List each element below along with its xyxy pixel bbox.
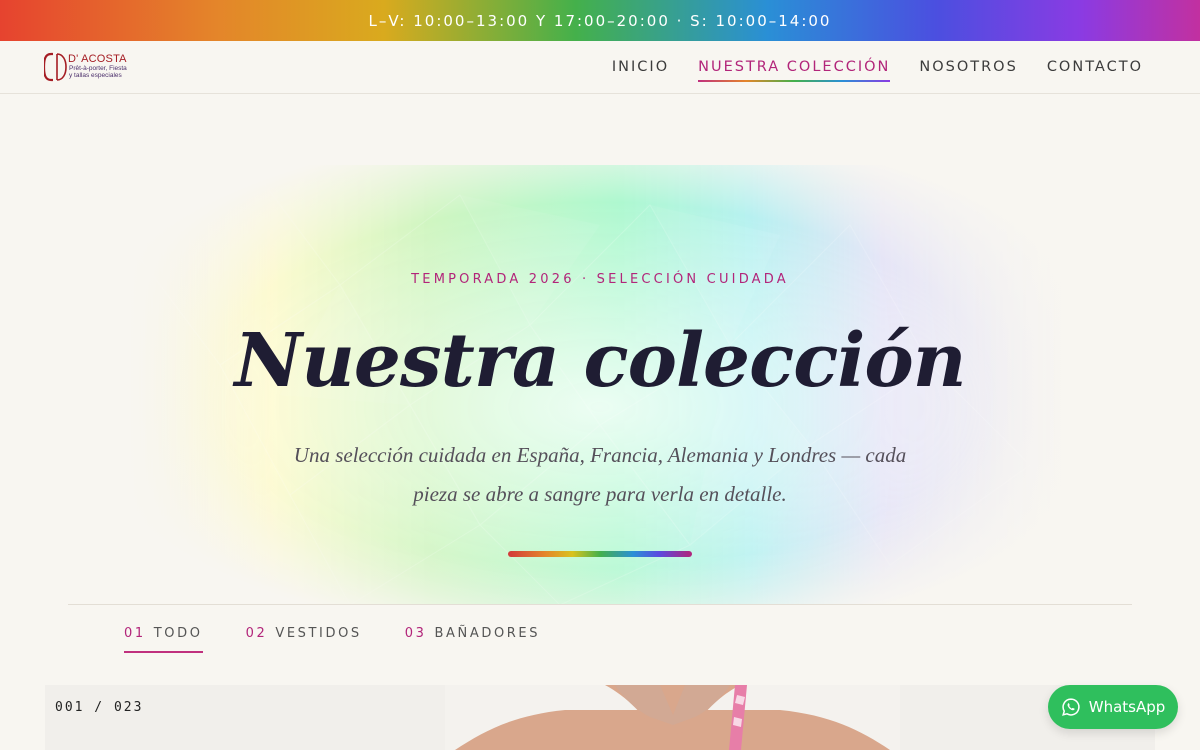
tab-banadores[interactable]: 03 BAÑADORES <box>405 626 540 653</box>
brand-tagline-line-1: Prêt-à-porter, Fiesta <box>69 65 127 72</box>
nav-item-nosotros[interactable]: NOSOTROS <box>919 59 1017 78</box>
gallery-photo-swimsuit[interactable] <box>445 685 900 750</box>
collection-filter-tabs: 01 TODO 02 VESTIDOS 03 BAÑADORES <box>124 626 540 653</box>
tab-label: TODO <box>153 626 203 641</box>
hero-subtitle: Una selección cuidada en España, Francia… <box>293 443 907 506</box>
nav-item-coleccion[interactable]: NUESTRA COLECCIÓN <box>698 59 891 82</box>
page-title: Nuestra colección <box>234 318 966 404</box>
main-nav: INICIO NUESTRA COLECCIÓN NOSOTROS CONTAC… <box>612 59 1143 82</box>
collection-gallery[interactable] <box>45 685 1155 750</box>
gallery-counter: 001 / 023 <box>55 700 144 715</box>
whatsapp-icon <box>1061 698 1080 716</box>
whatsapp-label: WhatsApp <box>1088 698 1166 716</box>
opening-hours-text: L–V: 10:00–13:00 Y 17:00–20:00 · S: 10:0… <box>368 11 832 30</box>
logo-monogram-icon <box>44 52 67 82</box>
section-divider <box>68 604 1132 605</box>
nav-item-inicio[interactable]: INICIO <box>612 59 669 78</box>
brand-tagline: Prêt-à-porter, Fiesta y tallas especiale… <box>69 65 144 79</box>
brand-logo[interactable]: D' ACOSTA Prêt-à-porter, Fiesta y tallas… <box>44 52 139 84</box>
hero-eyebrow: TEMPORADA 2026 · SELECCIÓN CUIDADA <box>411 272 789 287</box>
brand-name: D' ACOSTA <box>68 53 127 65</box>
whatsapp-button[interactable]: WhatsApp <box>1048 685 1178 729</box>
brand-tagline-line-2: y tallas especiales <box>69 72 122 79</box>
tab-todo[interactable]: 01 TODO <box>124 626 203 653</box>
tab-vestidos[interactable]: 02 VESTIDOS <box>246 626 362 653</box>
opening-hours-bar: L–V: 10:00–13:00 Y 17:00–20:00 · S: 10:0… <box>0 0 1200 41</box>
tab-label: BAÑADORES <box>434 626 541 641</box>
tab-number: 03 <box>404 626 427 641</box>
rainbow-divider <box>508 551 692 557</box>
tab-number: 02 <box>245 626 268 641</box>
tab-label: VESTIDOS <box>275 626 362 641</box>
site-header: D' ACOSTA Prêt-à-porter, Fiesta y tallas… <box>0 41 1200 94</box>
nav-item-contacto[interactable]: CONTACTO <box>1047 59 1143 78</box>
tab-number: 01 <box>124 626 146 641</box>
